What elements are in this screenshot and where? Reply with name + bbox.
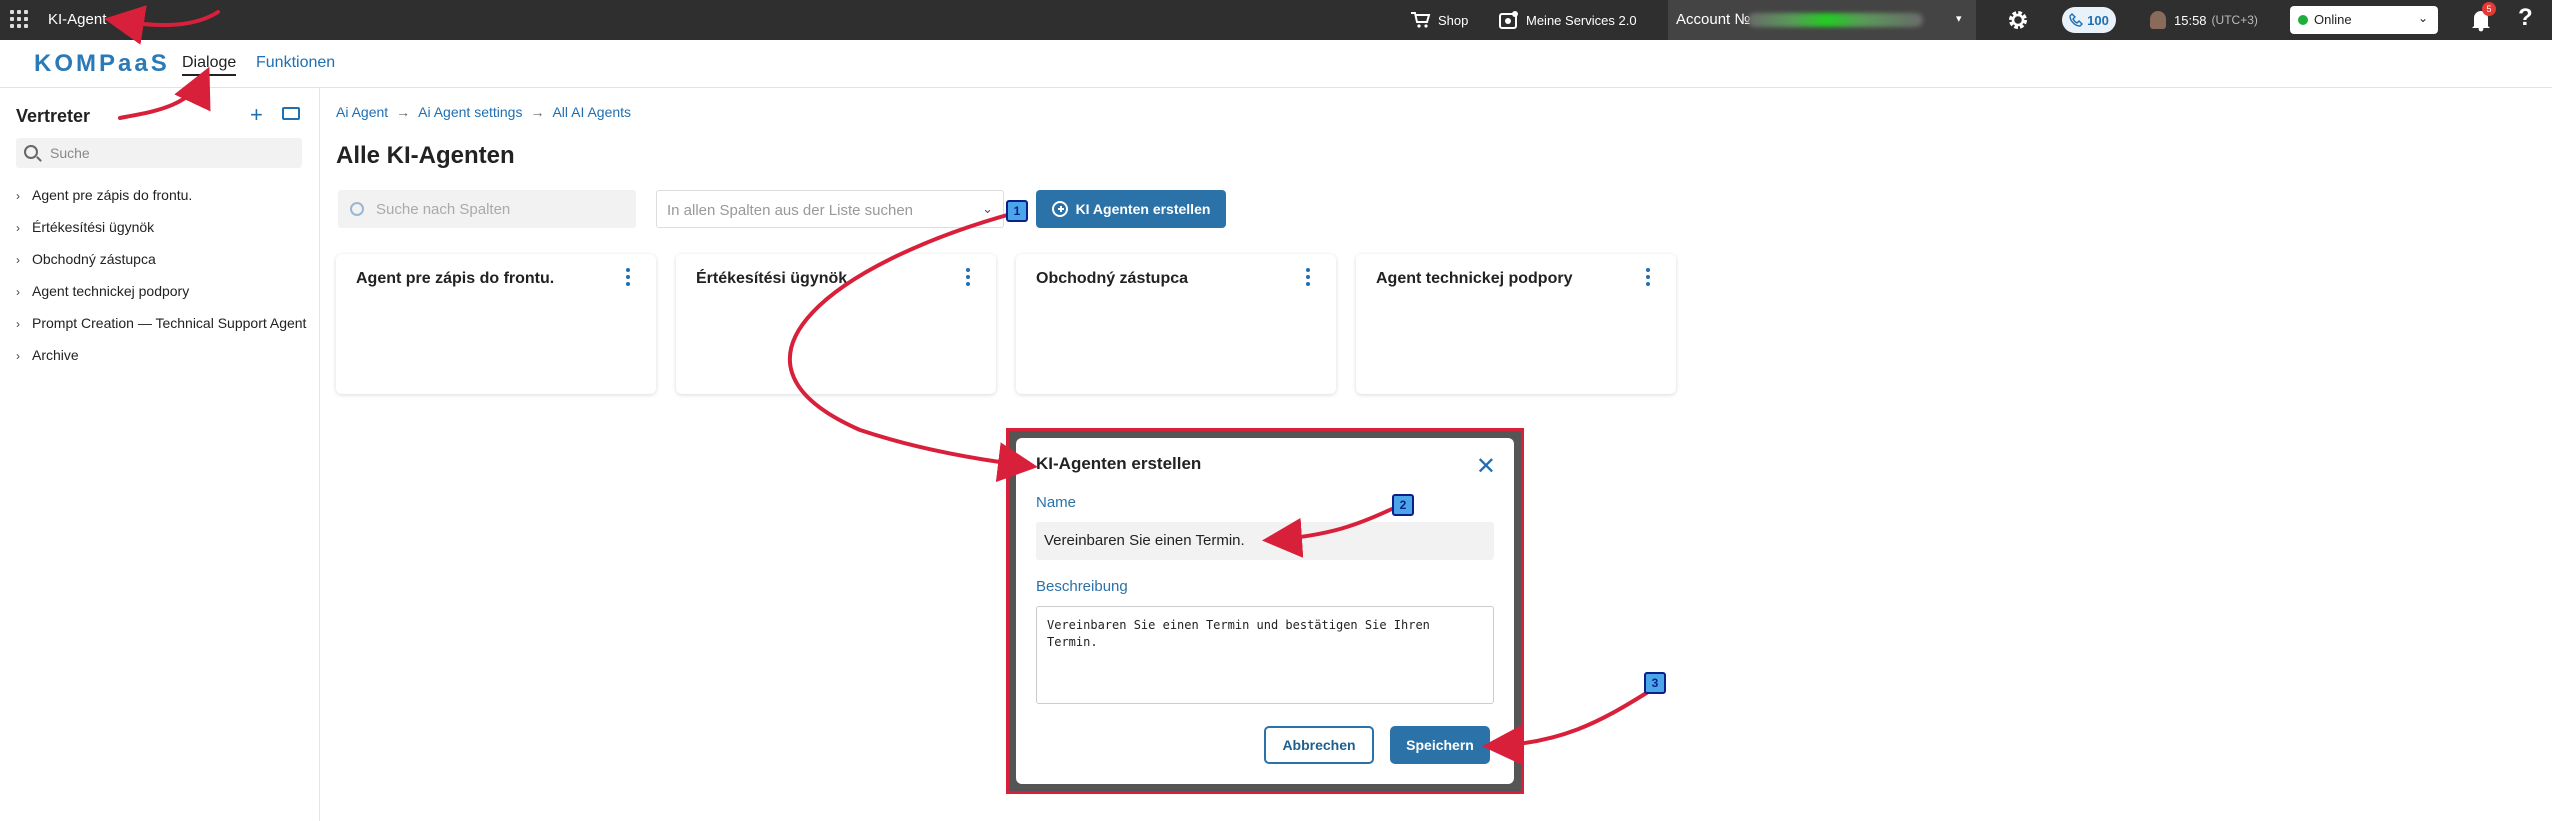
chevron-right-icon: › <box>16 189 20 203</box>
agent-card[interactable]: Értékesítési ügynök <box>676 254 996 394</box>
sidebar-item[interactable]: › Agent pre zápis do frontu. <box>16 187 192 203</box>
shop-link[interactable]: Shop <box>1410 0 1468 40</box>
sidebar-search-placeholder: Suche <box>50 145 90 161</box>
phone-counter[interactable]: 100 <box>2062 7 2116 33</box>
cancel-button[interactable]: Abbrechen <box>1264 726 1374 764</box>
breadcrumb-item[interactable]: Ai Agent <box>336 104 388 120</box>
breadcrumb-item[interactable]: Ai Agent settings <box>418 104 522 120</box>
sidebar-item[interactable]: › Értékesítési ügynök <box>16 219 154 235</box>
logo: KOMPaaS <box>34 50 170 77</box>
kebab-menu-icon[interactable] <box>1306 268 1310 286</box>
column-select[interactable]: In allen Spalten aus der Liste suchen ⌄ <box>656 190 1004 228</box>
search-icon <box>350 202 364 216</box>
account-label: Account № <box>1676 11 1751 28</box>
breadcrumb: Ai Agent → Ai Agent settings → All AI Agents <box>336 104 631 120</box>
create-agent-button[interactable]: KI Agenten erstellen <box>1036 190 1226 228</box>
phone-count: 100 <box>2087 12 2109 28</box>
step-badge: 3 <box>1644 672 1666 694</box>
column-search-input[interactable]: Suche nach Spalten <box>338 190 636 228</box>
add-icon[interactable]: + <box>250 102 263 128</box>
search-icon <box>24 145 38 159</box>
notification-count-badge: 5 <box>2482 2 2496 16</box>
account-number-redacted <box>1748 13 1923 27</box>
chevron-right-icon: › <box>16 253 20 267</box>
top-bar: KI-Agent Shop Meine Services 2.0 Account… <box>0 0 2552 40</box>
kebab-menu-icon[interactable] <box>1646 268 1650 286</box>
chevron-right-icon: › <box>16 285 20 299</box>
sidebar: Vertreter + Suche › Agent pre zápis do fr… <box>0 88 320 821</box>
agent-card[interactable]: Agent pre zápis do frontu. <box>336 254 656 394</box>
status-value: Online <box>2314 12 2352 27</box>
agent-card-name: Értékesítési ügynök <box>696 270 848 287</box>
tab-dialoge[interactable]: Dialoge <box>182 54 237 76</box>
page-title: Alle KI-Agenten <box>336 142 515 169</box>
sidebar-item-label: Agent pre zápis do frontu. <box>32 187 193 203</box>
sidebar-item[interactable]: › Prompt Creation — Technical Support Age… <box>16 315 306 331</box>
dialog-title: KI-Agenten erstellen <box>1036 454 1202 473</box>
gear-icon[interactable] <box>2006 8 2030 32</box>
services-icon <box>1499 11 1518 29</box>
status-select[interactable]: Online ⌄ <box>2290 6 2438 34</box>
create-agent-dialog: KI-Agenten erstellen ✕ Name Vereinbaren … <box>1016 438 1514 784</box>
description-field-label: Beschreibung <box>1036 578 1128 595</box>
sidebar-item-label: Obchodný zástupca <box>32 251 156 267</box>
chevron-right-icon: › <box>16 221 20 235</box>
sidebar-search-input[interactable]: Suche <box>16 138 302 168</box>
kebab-menu-icon[interactable] <box>626 268 630 286</box>
agent-card-name: Agent pre zápis do frontu. <box>356 270 555 287</box>
name-field-label: Name <box>1036 494 1077 511</box>
services-link[interactable]: Meine Services 2.0 <box>1498 0 1637 40</box>
apps-grid-icon[interactable] <box>10 10 30 30</box>
sidebar-item-label: Értékesítési ügynök <box>32 219 155 235</box>
cart-icon <box>1411 12 1431 28</box>
main-nav: KOMPaaS Dialoge Funktionen <box>0 40 2552 88</box>
save-button[interactable]: Speichern <box>1390 726 1490 764</box>
chevron-down-icon: ⌄ <box>2417 11 2428 25</box>
sidebar-title: Vertreter <box>16 106 91 126</box>
sidebar-item-label: Archive <box>32 347 79 363</box>
arrow-right-icon: → <box>530 104 545 120</box>
chevron-right-icon: › <box>16 349 20 363</box>
name-field[interactable]: Vereinbaren Sie einen Termin. <box>1036 522 1494 560</box>
status-online-dot <box>2298 15 2308 25</box>
account-selector[interactable]: Account № ▾ <box>1668 0 1976 40</box>
sidebar-item-label: Prompt Creation — Technical Support Agen… <box>32 315 307 331</box>
plus-circle-icon <box>1051 201 1068 217</box>
chevron-down-icon: ⌄ <box>982 201 993 216</box>
create-agent-label: KI Agenten erstellen <box>1075 201 1211 217</box>
agent-card-name: Obchodný zástupca <box>1036 270 1189 287</box>
phone-icon <box>2069 13 2084 27</box>
chevron-right-icon: › <box>16 317 20 331</box>
agent-card[interactable]: Agent technickej podpory <box>1356 254 1676 394</box>
timezone-text: (UTC+3) <box>2211 13 2258 27</box>
sidebar-item[interactable]: › Agent technickej podpory <box>16 283 189 299</box>
column-select-placeholder: In allen Spalten aus der Liste suchen <box>667 202 913 219</box>
description-field[interactable]: Vereinbaren Sie einen Termin und bestäti… <box>1036 606 1494 704</box>
notifications-button[interactable]: 5 <box>2470 2 2496 32</box>
sidebar-item[interactable]: › Archive <box>16 347 79 363</box>
time-text: 15:58 <box>2174 12 2207 28</box>
arrow-right-icon: → <box>396 104 411 120</box>
app-title: KI-Agent <box>48 11 107 28</box>
folder-icon[interactable] <box>282 107 300 120</box>
column-search-placeholder: Suche nach Spalten <box>376 201 511 218</box>
chevron-down-icon: ▾ <box>1956 13 1962 25</box>
shop-label: Shop <box>1438 12 1469 28</box>
agent-card[interactable]: Obchodný zástupca <box>1016 254 1336 394</box>
clock: 15:58 (UTC+3) <box>2150 0 2258 40</box>
avatar <box>2150 11 2166 29</box>
agent-card-name: Agent technickej podpory <box>1376 270 1573 287</box>
step-badge: 2 <box>1392 494 1414 516</box>
help-icon[interactable]: ? <box>2518 4 2533 32</box>
step-badge: 1 <box>1006 200 1028 222</box>
tab-funktionen[interactable]: Funktionen <box>256 54 335 72</box>
breadcrumb-item[interactable]: All AI Agents <box>552 104 631 120</box>
services-label: Meine Services 2.0 <box>1526 12 1637 28</box>
sidebar-item[interactable]: › Obchodný zástupca <box>16 251 156 267</box>
close-icon[interactable]: ✕ <box>1476 452 1496 481</box>
sidebar-item-label: Agent technickej podpory <box>32 283 190 299</box>
kebab-menu-icon[interactable] <box>966 268 970 286</box>
